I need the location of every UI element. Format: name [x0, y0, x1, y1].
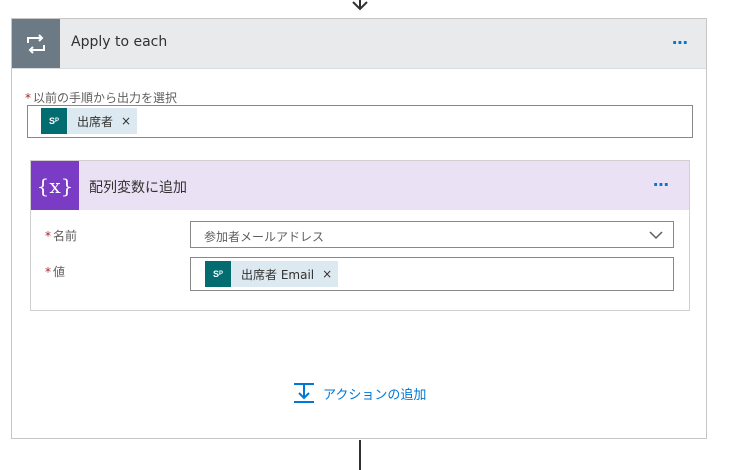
apply-to-each-card: Apply to each ⋯ * 以前の手順から出力を選択 SP 出席者 × {… — [11, 18, 707, 439]
loop-icon — [12, 19, 60, 68]
apply-to-each-header[interactable]: Apply to each ⋯ — [12, 19, 706, 69]
name-label: * 名前 — [45, 229, 78, 243]
chevron-down-icon — [649, 231, 663, 240]
append-to-array-header[interactable]: {x} 配列変数に追加 ⋯ — [31, 161, 689, 210]
flow-connector-bottom — [359, 440, 361, 470]
apply-to-each-title: Apply to each — [71, 34, 168, 50]
action-more-options-icon[interactable]: ⋯ — [653, 175, 671, 194]
value-label: * 値 — [45, 265, 66, 279]
add-action-icon — [294, 383, 314, 403]
attendees-email-token: SP 出席者 Email × — [205, 261, 339, 287]
arrow-down-icon — [352, 1, 368, 11]
attendees-token: SP 出席者 × — [41, 108, 138, 134]
loop-more-options-icon[interactable]: ⋯ — [672, 33, 690, 52]
remove-token-icon[interactable]: × — [121, 114, 131, 128]
sharepoint-icon: SP — [205, 261, 231, 287]
name-dropdown-value: 参加者メールアドレス — [204, 230, 325, 244]
add-action-button[interactable]: アクションの追加 — [293, 382, 426, 404]
append-to-array-card: {x} 配列変数に追加 ⋯ * 名前 参加者メールアドレス * 値 SP 出席者 E… — [30, 160, 690, 311]
select-output-label: * 以前の手順から出力を選択 — [25, 91, 178, 105]
append-to-array-title: 配列変数に追加 — [89, 180, 187, 196]
variable-icon: {x} — [31, 161, 79, 210]
name-dropdown[interactable]: 参加者メールアドレス — [190, 221, 674, 248]
value-field[interactable]: SP 出席者 Email × — [190, 257, 674, 291]
sharepoint-icon: SP — [41, 108, 67, 134]
remove-token-icon[interactable]: × — [322, 267, 332, 281]
select-output-field[interactable]: SP 出席者 × — [27, 105, 693, 138]
